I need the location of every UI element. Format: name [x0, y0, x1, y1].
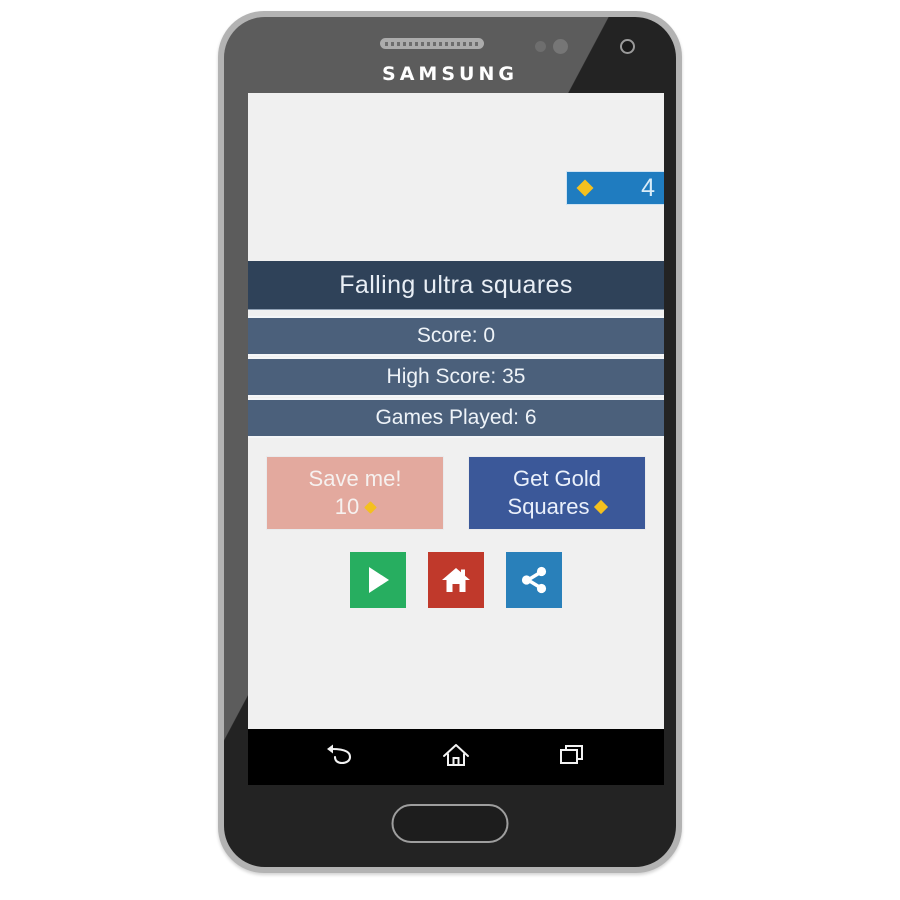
gold-counter-badge: 4 [566, 171, 664, 205]
samsung-phone-mockup: SAMSUNG 4 Falling ultra squares Score: 0 [218, 11, 682, 873]
stat-row-games-played: Games Played: 6 [248, 398, 664, 438]
samsung-brand-label: SAMSUNG [382, 63, 518, 85]
home-button[interactable] [428, 552, 484, 608]
save-me-label-line: Save me! [309, 465, 402, 493]
gold-diamond-icon [364, 500, 378, 514]
back-arrow-icon [325, 743, 355, 772]
recents-icon [558, 742, 586, 773]
get-gold-line-1: Get Gold [513, 465, 601, 493]
save-me-button[interactable]: Save me! 10 [266, 456, 444, 530]
play-button[interactable] [350, 552, 406, 608]
phone-screen: 4 Falling ultra squares Score: 0 High Sc… [248, 93, 664, 785]
gold-diamond-icon [576, 179, 594, 197]
proximity-sensor-icon [535, 41, 546, 52]
stats-panel: Score: 0 High Score: 35 Games Played: 6 [248, 316, 664, 438]
save-me-cost: 10 [334, 494, 360, 519]
physical-home-key[interactable] [391, 804, 509, 843]
play-icon [363, 564, 393, 596]
stat-row-high-score: High Score: 35 [248, 357, 664, 397]
score-label: Score: 0 [416, 324, 496, 347]
front-camera-icon [620, 39, 635, 54]
share-icon [519, 565, 549, 595]
get-gold-squares-button[interactable]: Get Gold Squares [468, 456, 646, 530]
speaker-holes [385, 41, 479, 46]
phone-body: SAMSUNG 4 Falling ultra squares Score: 0 [224, 17, 676, 867]
icon-buttons-row [248, 530, 664, 608]
save-me-label: Save me! [308, 465, 402, 491]
stat-row-score: Score: 0 [248, 316, 664, 356]
action-buttons-row: Save me! 10 Get Gold Squares [248, 438, 664, 530]
game-playfield[interactable]: 4 [248, 93, 664, 261]
android-navigation-bar [248, 729, 664, 785]
page-title: Falling ultra squares [339, 270, 573, 299]
recents-button[interactable] [545, 737, 599, 777]
games-played-label: Games Played: 6 [375, 406, 537, 429]
high-score-label: High Score: 35 [386, 365, 526, 388]
home-outline-icon [441, 741, 471, 774]
gold-diamond-icon [594, 500, 609, 515]
light-sensor-icon [553, 39, 568, 54]
get-gold-line-2: Squares [507, 493, 609, 521]
home-button[interactable] [429, 737, 483, 777]
home-icon [440, 564, 472, 596]
back-button[interactable] [313, 737, 367, 777]
get-gold-label-line2: Squares [507, 494, 590, 519]
save-me-cost-line: 10 [334, 493, 378, 521]
earpiece-speaker-grille [380, 38, 484, 49]
get-gold-label-line1: Get Gold [512, 465, 602, 491]
share-button[interactable] [506, 552, 562, 608]
game-title-bar: Falling ultra squares [248, 261, 664, 310]
gold-count-value: 4 [641, 173, 655, 202]
